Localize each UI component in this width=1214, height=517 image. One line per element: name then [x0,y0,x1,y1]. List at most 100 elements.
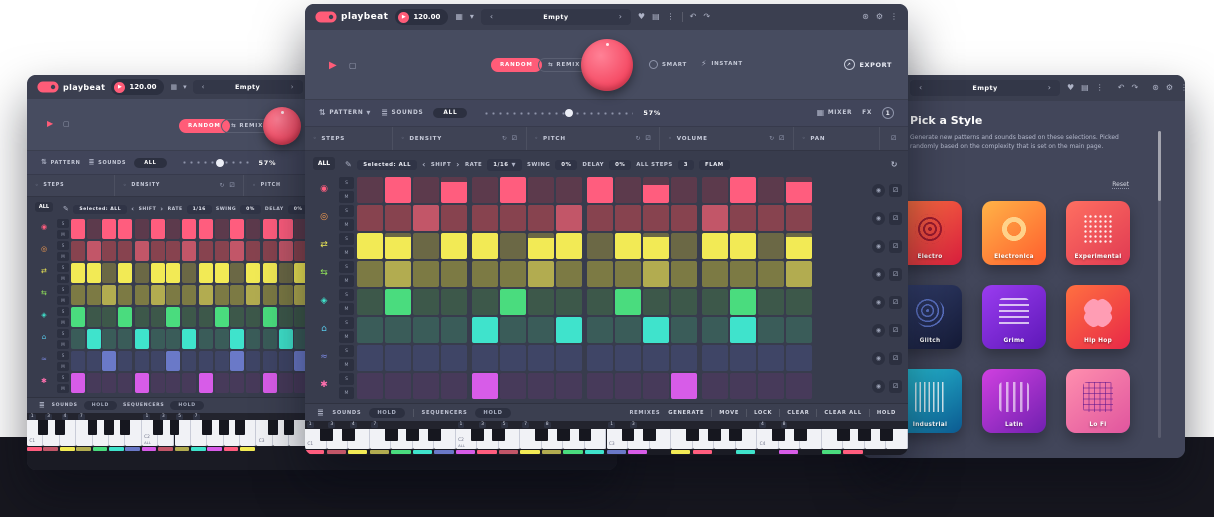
step-cell[interactable] [135,285,149,305]
steps-lane-tab[interactable]: ◦STEPS [27,175,115,196]
mute-button[interactable]: M [339,387,354,399]
step-cell[interactable] [615,177,641,203]
step-cell[interactable] [230,219,244,239]
step-cell[interactable] [472,373,498,399]
step-cell[interactable] [758,373,784,399]
step-cell[interactable] [758,177,784,203]
step-cell[interactable] [385,261,411,287]
step-cell[interactable] [615,233,641,259]
step-cell[interactable] [71,219,85,239]
reset-icon[interactable]: ↻ [502,135,508,142]
step-cell[interactable] [118,241,132,261]
step-cell[interactable] [587,345,613,371]
key-number-tab[interactable]: 8 [781,422,788,428]
step-cell[interactable] [118,373,132,393]
key-number-tab[interactable]: 5 [501,422,508,428]
density-lane-tab[interactable]: ◦DENSITY↻⚂ [393,127,527,150]
step-cell[interactable] [246,285,260,305]
step-cell[interactable] [671,233,697,259]
eye-icon[interactable]: ◉ [872,296,885,309]
scrollbar-thumb[interactable] [1158,131,1161,201]
complexity-slider[interactable] [483,112,633,115]
step-cell[interactable] [702,317,728,343]
step-cell[interactable] [199,241,213,261]
step-cell[interactable] [643,233,669,259]
key-number-tab[interactable]: 8 [544,422,551,428]
step-cell[interactable] [702,177,728,203]
step-cell[interactable] [279,285,293,305]
step-cell[interactable] [246,307,260,327]
undo-icon[interactable]: ↶ [690,13,697,21]
footer-button-clear-all[interactable]: CLEAR ALL [824,410,861,416]
step-cell[interactable] [500,261,526,287]
mute-button[interactable]: M [339,275,354,287]
solo-button[interactable]: S [57,241,69,250]
piano-black-key[interactable] [284,420,294,435]
fx-button[interactable]: FX [862,110,872,116]
step-cell[interactable] [118,219,132,239]
piano-black-key[interactable] [38,420,48,435]
step-cell[interactable] [441,177,467,203]
solo-button[interactable]: S [57,219,69,228]
step-cell[interactable] [182,219,196,239]
step-cell[interactable] [279,351,293,371]
mute-button[interactable]: M [57,296,69,305]
step-cell[interactable] [230,307,244,327]
piano-black-key[interactable] [772,429,785,441]
track-icon-4[interactable]: ⇆ [41,282,47,304]
step-cell[interactable] [279,373,293,393]
step-cell[interactable] [102,351,116,371]
solo-button[interactable]: S [339,317,354,329]
step-cell[interactable] [151,285,165,305]
step-cell[interactable] [730,317,756,343]
piano-black-key[interactable] [202,420,212,435]
step-cell[interactable] [263,351,277,371]
step-cell[interactable] [528,289,554,315]
step-cell[interactable] [102,329,116,349]
kebab-menu-icon[interactable]: ⋮ [667,13,675,21]
key-number-tab[interactable]: 3 [328,422,335,428]
step-cell[interactable] [500,205,526,231]
piano-black-key[interactable] [235,420,245,435]
step-cell[interactable] [199,329,213,349]
step-cell[interactable] [118,329,132,349]
row-dice-icon[interactable]: ⚂ [889,380,902,393]
step-cell[interactable] [230,351,244,371]
piano-black-key[interactable] [557,429,570,441]
pattern-tab[interactable]: ⇅ PATTERN ▾ [319,109,371,117]
mute-button[interactable]: M [57,318,69,327]
row-dice-icon[interactable]: ⚂ [889,240,902,253]
save-icon[interactable]: ▤ [652,13,660,21]
step-cell[interactable] [102,219,116,239]
step-cell[interactable] [71,329,85,349]
pattern-page-indicator[interactable]: 1 [882,107,894,119]
step-cell[interactable] [786,261,812,287]
step-cell[interactable] [702,345,728,371]
step-cell[interactable] [279,263,293,283]
mute-button[interactable]: M [57,384,69,393]
step-cell[interactable] [118,285,132,305]
step-cell[interactable] [279,219,293,239]
next-preset-icon[interactable]: › [1048,84,1051,92]
step-cell[interactable] [758,233,784,259]
step-cell[interactable] [643,289,669,315]
style-tile-hip-hop[interactable]: Hip Hop [1066,285,1130,349]
piano-black-key[interactable] [170,420,180,435]
step-cell[interactable] [528,177,554,203]
step-cell[interactable] [246,241,260,261]
piano-black-key[interactable] [55,420,65,435]
mute-button[interactable]: M [339,219,354,231]
hold-button[interactable]: HOLD [170,401,203,410]
step-cell[interactable] [102,307,116,327]
step-cell[interactable] [413,233,439,259]
key-number-tab[interactable]: 4 [759,422,766,428]
step-cell[interactable] [615,261,641,287]
style-tile-electronica[interactable]: Electronica [982,201,1046,265]
step-cell[interactable] [671,261,697,287]
step-cell[interactable] [246,263,260,283]
chevron-right-icon[interactable]: › [160,206,163,213]
solo-button[interactable]: S [57,351,69,360]
transport-record-icon[interactable]: ▢ [63,120,70,128]
swing-value[interactable]: 0% [555,160,577,170]
step-cell[interactable] [385,177,411,203]
